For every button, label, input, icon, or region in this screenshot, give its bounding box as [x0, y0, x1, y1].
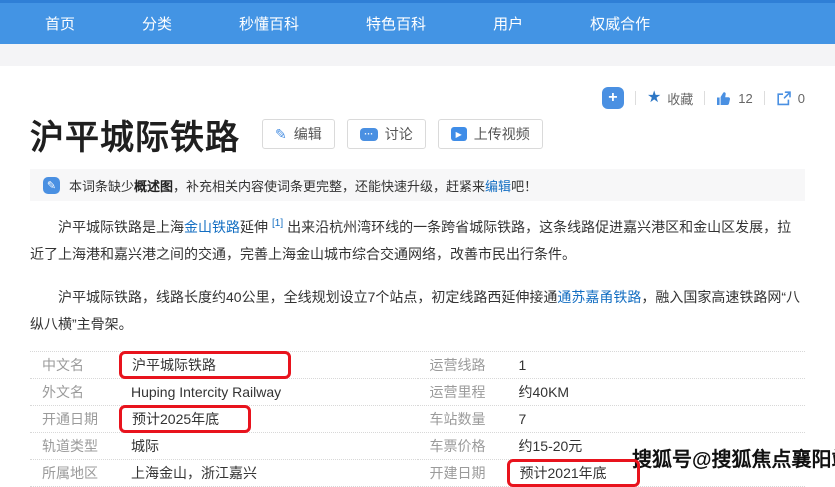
intro-paragraph: 沪平城际铁路是上海金山铁路延伸[1]出来沿杭州湾环线的一条跨省城际铁路，这条线路…: [30, 214, 805, 268]
nav-item-user[interactable]: 用户: [493, 13, 523, 34]
highlight-box: 沪平城际铁路: [119, 351, 291, 379]
row-value: 7: [519, 411, 527, 427]
star-icon: ★: [647, 90, 661, 106]
share-button[interactable]: 0: [776, 91, 805, 106]
row-value: 约15-20元: [519, 436, 583, 456]
row-label: 开通日期: [42, 409, 131, 429]
row-label: 所属地区: [42, 463, 131, 483]
row-value: Huping Intercity Railway: [131, 384, 281, 400]
row-value: 预计2025年底: [132, 409, 219, 429]
divider: [764, 91, 765, 105]
table-row: 中文名 沪平城际铁路: [30, 352, 418, 379]
row-label: 车票价格: [430, 436, 519, 456]
highlight-box: 预计2021年底: [507, 459, 640, 487]
pencil-icon: ✎: [43, 177, 60, 194]
chat-bubble-icon: ···: [360, 128, 378, 141]
title-row: 沪平城际铁路 ✎ 编辑 ··· 讨论 ▶ 上传视频: [30, 112, 805, 156]
nav-item-category[interactable]: 分类: [142, 13, 172, 34]
upload-button-label: 上传视频: [474, 124, 530, 144]
favorite-label: 收藏: [667, 89, 693, 108]
notice-segment: 吧！: [511, 179, 537, 194]
notice-text: 本词条缺少概述图，补充相关内容使词条更完整，还能快速升级，赶紧来编辑吧！: [69, 176, 537, 195]
row-value: 上海金山，浙江嘉兴: [131, 463, 257, 483]
top-nav: 首页 分类 秒懂百科 特色百科 用户 权威合作: [0, 0, 835, 44]
table-row: 运营里程 约40KM: [418, 379, 806, 406]
table-row: 车站数量 7: [418, 406, 806, 433]
discuss-button[interactable]: ··· 讨论: [347, 119, 426, 149]
table-row: 轨道类型 城际: [30, 433, 418, 460]
add-icon[interactable]: +: [602, 87, 624, 109]
citation-ref-link[interactable]: [1]: [272, 218, 283, 229]
like-count: 12: [738, 91, 752, 106]
tongsujiayong-railway-link[interactable]: 通苏嘉甬铁路: [557, 289, 641, 305]
row-label: 外文名: [42, 382, 131, 402]
jinshan-railway-link[interactable]: 金山铁路: [184, 219, 240, 235]
thumbs-up-icon: [716, 91, 732, 106]
play-icon: ▶: [451, 127, 467, 141]
share-icon: [776, 91, 792, 106]
row-value: 沪平城际铁路: [132, 355, 216, 375]
notice-bar: ✎ 本词条缺少概述图，补充相关内容使词条更完整，还能快速升级，赶紧来编辑吧！: [30, 169, 805, 201]
watermark: 搜狐号@搜狐焦点襄阳站: [632, 443, 835, 472]
paragraph-text: 沪平城际铁路，线路长度约40公里，全线规划设立7个站点，初定线路西延伸接通: [58, 289, 557, 305]
row-label: 轨道类型: [42, 436, 131, 456]
notice-segment: 本词条缺少: [69, 179, 134, 194]
highlight-box: 预计2025年底: [119, 405, 251, 433]
like-button[interactable]: 12: [716, 91, 752, 106]
paragraph-text: 延伸: [240, 219, 268, 235]
row-label: 开建日期: [430, 463, 519, 483]
row-value: 约40KM: [519, 382, 570, 402]
table-row: 开通日期 预计2025年底: [30, 406, 418, 433]
notice-segment: ，补充相关内容使词条更完整，还能快速升级，赶紧来: [173, 179, 485, 194]
row-value: 预计2021年底: [520, 463, 607, 483]
divider: [635, 91, 636, 105]
notice-bold-term: 概述图: [134, 179, 173, 194]
table-row: 外文名 Huping Intercity Railway: [30, 379, 418, 406]
edit-button[interactable]: ✎ 编辑: [262, 119, 335, 149]
table-row: 所属地区 上海金山，浙江嘉兴: [30, 460, 418, 487]
nav-item-featured[interactable]: 特色百科: [366, 13, 426, 34]
row-value: 1: [519, 357, 527, 373]
row-value: 城际: [131, 436, 159, 456]
paragraph-text: 沪平城际铁路是上海: [58, 219, 184, 235]
pencil-icon: ✎: [275, 127, 287, 141]
row-label: 运营里程: [430, 382, 519, 402]
entry-content: + ★ 收藏 12 0 沪平城际铁路: [0, 86, 835, 487]
divider: [704, 91, 705, 105]
infobox-left-column: 中文名 沪平城际铁路 外文名 Huping Intercity Railway …: [30, 352, 418, 487]
favorite-button[interactable]: ★ 收藏: [647, 89, 693, 108]
row-label: 中文名: [42, 355, 131, 375]
notice-edit-link[interactable]: 编辑: [485, 179, 511, 194]
discuss-button-label: 讨论: [385, 124, 413, 144]
table-row: 运营线路 1: [418, 352, 806, 379]
header-band: [0, 44, 835, 66]
row-label: 车站数量: [430, 409, 519, 429]
edit-button-label: 编辑: [294, 124, 322, 144]
row-label: 运营线路: [430, 355, 519, 375]
nav-item-home[interactable]: 首页: [45, 13, 75, 34]
action-bar: + ★ 收藏 12 0: [30, 86, 805, 110]
share-count: 0: [798, 91, 805, 106]
detail-paragraph: 沪平城际铁路，线路长度约40公里，全线规划设立7个站点，初定线路西延伸接通通苏嘉…: [30, 284, 805, 338]
page-title: 沪平城际铁路: [30, 110, 240, 159]
upload-video-button[interactable]: ▶ 上传视频: [438, 119, 543, 149]
baike-page: 首页 分类 秒懂百科 特色百科 用户 权威合作 + ★ 收藏 12: [0, 0, 835, 473]
nav-item-miaodong[interactable]: 秒懂百科: [239, 13, 299, 34]
nav-item-cooperation[interactable]: 权威合作: [590, 13, 650, 34]
